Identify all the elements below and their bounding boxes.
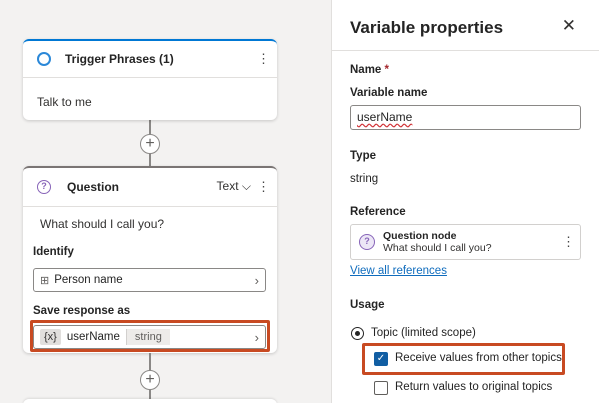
next-node-stub — [23, 399, 277, 403]
more-options-icon[interactable]: ⋮ — [257, 51, 270, 67]
trigger-phrases-node[interactable]: Trigger Phrases (1) ⋮ Talk to me — [23, 39, 277, 120]
question-node-header: ? Question Text ⌵ ⋮ — [23, 168, 277, 205]
reference-label: Reference — [350, 206, 406, 218]
trigger-node-title: Trigger Phrases (1) — [65, 52, 174, 66]
type-value: string — [350, 173, 379, 185]
return-values-checkbox[interactable] — [374, 381, 388, 395]
save-response-label: Save response as — [33, 305, 131, 317]
question-icon: ? — [359, 234, 375, 250]
connector-line — [149, 154, 151, 166]
reference-texts: Question node What should I call you? — [383, 230, 562, 254]
authoring-canvas: + Trigger Phrases (1) ⋮ Talk to me ? Que… — [0, 0, 331, 403]
more-options-icon[interactable]: ⋮ — [562, 234, 575, 250]
reference-node-title: Question node — [383, 230, 457, 242]
required-mark: * — [384, 64, 390, 76]
identify-value: Person name — [54, 274, 123, 286]
reference-node-text: What should I call you? — [383, 242, 492, 254]
topic-scope-radio[interactable] — [351, 327, 364, 340]
name-label: Name — [350, 64, 382, 76]
return-values-label: Return values to original topics — [395, 381, 553, 393]
lightbulb-icon — [37, 52, 51, 66]
panel-divider — [332, 50, 599, 51]
receive-values-highlight — [362, 343, 565, 375]
variable-name-label: Variable name — [350, 87, 428, 99]
variable-name-input[interactable]: userName — [350, 105, 581, 130]
add-node-button[interactable]: + — [140, 370, 160, 390]
response-type-select[interactable]: Text ⌵ — [217, 179, 251, 194]
close-icon[interactable]: ✕ — [562, 16, 576, 36]
chevron-right-icon: › — [254, 272, 259, 288]
type-label: Type — [350, 150, 376, 162]
topic-scope-label: Topic (limited scope) — [371, 327, 476, 339]
identify-label: Identify — [33, 246, 74, 258]
question-prompt-text: What should I call you? — [40, 217, 165, 231]
connector-line — [149, 353, 151, 371]
variable-properties-panel: Variable properties ✕ Name * Variable na… — [331, 0, 599, 403]
reference-card[interactable]: ? Question node What should I call you? … — [350, 224, 581, 260]
divider — [23, 206, 277, 207]
identify-field[interactable]: ⊞ Person name › — [33, 268, 266, 292]
more-options-icon[interactable]: ⋮ — [257, 179, 270, 195]
entity-icon: ⊞ — [40, 274, 50, 287]
chevron-down-icon: ⌵ — [241, 179, 251, 193]
add-node-button[interactable]: + — [140, 134, 160, 154]
save-response-highlight — [30, 320, 270, 352]
name-section-label: Name * — [350, 64, 389, 76]
trigger-node-header: Trigger Phrases (1) ⋮ — [23, 41, 277, 78]
usage-label: Usage — [350, 299, 385, 311]
question-node-title: Question — [67, 179, 120, 194]
variable-name-value: userName — [357, 110, 413, 124]
response-type-value: Text — [216, 179, 239, 193]
question-icon: ? — [37, 179, 51, 194]
trigger-phrase-text: Talk to me — [37, 95, 92, 109]
panel-title: Variable properties — [350, 18, 504, 37]
view-all-references-link[interactable]: View all references — [350, 265, 447, 277]
